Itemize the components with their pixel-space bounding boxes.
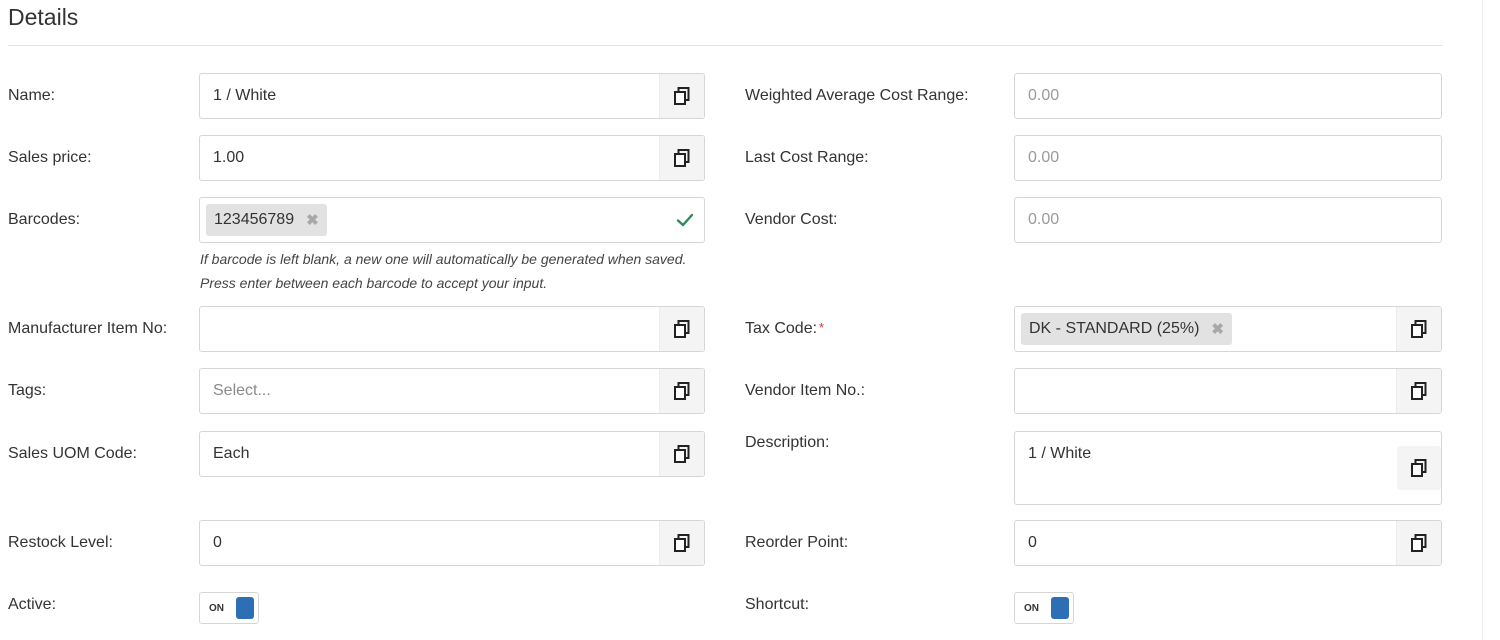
barcodes-help-text: If barcode is left blank, a new one will… bbox=[200, 251, 687, 291]
description-label: Description: bbox=[745, 434, 830, 451]
remove-chip-icon[interactable]: ✖ bbox=[306, 211, 319, 229]
barcodes-label: Barcodes: bbox=[8, 211, 81, 228]
tax-code-label: Tax Code: * bbox=[745, 320, 824, 338]
vendor-item-no-label: Vendor Item No.: bbox=[745, 382, 866, 399]
copy-icon bbox=[674, 445, 690, 463]
panel-edge bbox=[1482, 0, 1483, 640]
manufacturer-item-no-field[interactable] bbox=[199, 306, 705, 352]
details-panel: Details Name: 1 / White Sales price: 1.0… bbox=[0, 0, 1500, 640]
last-cost-range-label: Last Cost Range: bbox=[745, 149, 869, 166]
check-icon bbox=[676, 213, 694, 227]
copy-icon bbox=[1411, 459, 1427, 477]
weighted-average-cost-range-label: Weighted Average Cost Range: bbox=[745, 87, 969, 104]
tags-select[interactable]: Select... bbox=[199, 368, 705, 414]
weighted-average-cost-range-value: 0.00 bbox=[1028, 87, 1060, 104]
reorder-point-field[interactable]: 0 bbox=[1014, 520, 1442, 566]
active-toggle-text: ON bbox=[209, 603, 224, 614]
sales-uom-code-copy-button[interactable] bbox=[659, 432, 704, 476]
barcode-chip: 123456789 ✖ bbox=[206, 204, 327, 236]
reorder-point-copy-button[interactable] bbox=[1396, 521, 1441, 565]
name-copy-button[interactable] bbox=[659, 74, 704, 118]
reorder-point-label: Reorder Point: bbox=[745, 534, 849, 551]
copy-icon bbox=[674, 149, 690, 167]
manufacturer-item-no-label: Manufacturer Item No: bbox=[8, 320, 168, 337]
reorder-point-value: 0 bbox=[1028, 534, 1037, 551]
tags-copy-button[interactable] bbox=[659, 369, 704, 413]
sales-price-label: Sales price: bbox=[8, 149, 92, 166]
vendor-item-no-copy-button[interactable] bbox=[1396, 369, 1441, 413]
active-label: Active: bbox=[8, 596, 57, 613]
active-toggle-knob bbox=[236, 597, 254, 619]
tax-code-chip-label: DK - STANDARD (25%) bbox=[1029, 320, 1200, 337]
last-cost-range-field: 0.00 bbox=[1014, 135, 1442, 181]
shortcut-toggle-text: ON bbox=[1024, 603, 1039, 614]
sales-price-value: 1.00 bbox=[213, 149, 245, 166]
tax-code-chip: DK - STANDARD (25%) ✖ bbox=[1021, 313, 1232, 345]
name-label: Name: bbox=[8, 87, 56, 104]
sales-uom-code-label: Sales UOM Code: bbox=[8, 445, 137, 462]
copy-icon bbox=[674, 87, 690, 105]
description-copy-button[interactable] bbox=[1397, 446, 1441, 490]
weighted-average-cost-range-field: 0.00 bbox=[1014, 73, 1442, 119]
restock-level-copy-button[interactable] bbox=[659, 521, 704, 565]
tags-label: Tags: bbox=[8, 382, 47, 399]
restock-level-value: 0 bbox=[213, 534, 222, 551]
sales-price-field[interactable]: 1.00 bbox=[199, 135, 705, 181]
barcode-chip-label: 123456789 bbox=[214, 211, 295, 228]
required-marker: * bbox=[819, 320, 825, 335]
shortcut-label: Shortcut: bbox=[745, 596, 810, 613]
manufacturer-item-no-copy-button[interactable] bbox=[659, 307, 704, 351]
description-textarea[interactable]: 1 / White bbox=[1014, 431, 1442, 505]
tax-code-select[interactable]: DK - STANDARD (25%) ✖ bbox=[1014, 306, 1442, 352]
remove-chip-icon[interactable]: ✖ bbox=[1211, 320, 1224, 338]
section-title: Details bbox=[8, 4, 79, 30]
tags-placeholder: Select... bbox=[213, 382, 271, 399]
barcodes-field[interactable]: 123456789 ✖ bbox=[199, 197, 705, 243]
shortcut-toggle-knob bbox=[1051, 597, 1069, 619]
tax-code-label-text: Tax Code: bbox=[745, 320, 818, 337]
vendor-cost-field: 0.00 bbox=[1014, 197, 1442, 243]
name-value: 1 / White bbox=[213, 87, 277, 104]
vendor-cost-label: Vendor Cost: bbox=[745, 211, 838, 228]
vendor-item-no-field[interactable] bbox=[1014, 368, 1442, 414]
description-value: 1 / White bbox=[1028, 445, 1092, 462]
restock-level-label: Restock Level: bbox=[8, 534, 113, 551]
sales-uom-code-value: Each bbox=[213, 445, 250, 462]
name-field[interactable]: 1 / White bbox=[199, 73, 705, 119]
copy-icon bbox=[1411, 534, 1427, 552]
copy-icon bbox=[674, 320, 690, 338]
section-divider bbox=[8, 45, 1443, 46]
copy-icon bbox=[674, 382, 690, 400]
copy-icon bbox=[674, 534, 690, 552]
sales-uom-code-field[interactable]: Each bbox=[199, 431, 705, 477]
copy-icon bbox=[1411, 382, 1427, 400]
sales-price-copy-button[interactable] bbox=[659, 136, 704, 180]
restock-level-field[interactable]: 0 bbox=[199, 520, 705, 566]
shortcut-toggle[interactable]: ON bbox=[1014, 592, 1074, 624]
last-cost-range-value: 0.00 bbox=[1028, 149, 1060, 166]
vendor-cost-value: 0.00 bbox=[1028, 211, 1060, 228]
active-toggle[interactable]: ON bbox=[199, 592, 259, 624]
copy-icon bbox=[1411, 320, 1427, 338]
tax-code-copy-button[interactable] bbox=[1396, 307, 1441, 351]
